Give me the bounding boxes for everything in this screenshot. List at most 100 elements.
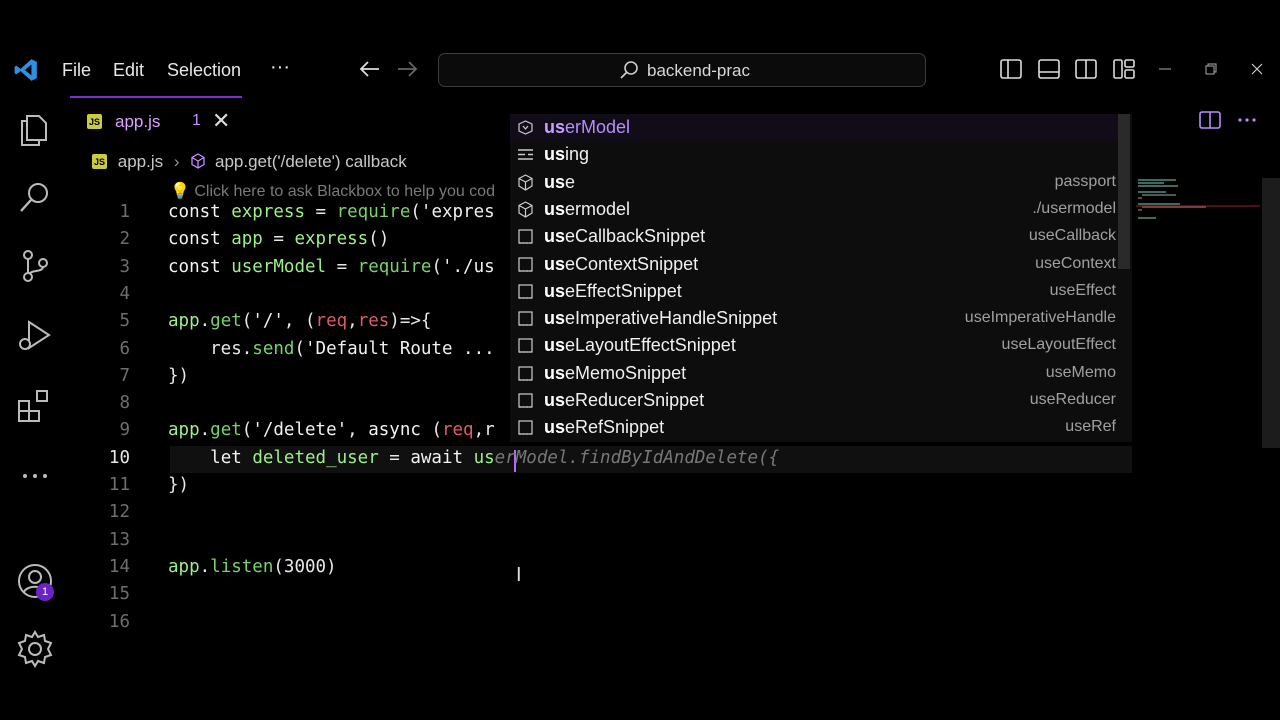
suggestion-item[interactable]: using <box>510 141 1118 168</box>
tab-label: app.js <box>115 112 161 131</box>
snippet-icon <box>518 284 533 299</box>
suggestion-item[interactable]: useReducerSnippet useReducer <box>510 387 1118 414</box>
suggestion-detail: useMemo <box>1045 363 1116 381</box>
suggestion-detail: passport <box>1054 172 1116 190</box>
more-actions-icon[interactable] <box>1237 118 1257 122</box>
blackbox-hint[interactable]: 💡 Click here to ask Blackbox to help you… <box>170 181 495 201</box>
command-center-search[interactable]: backend-prac <box>438 53 926 87</box>
line-number: 5 <box>119 311 130 332</box>
toggle-secondary-sidebar-icon[interactable] <box>1075 59 1097 79</box>
suggestion-label: useEffectSnippet <box>544 280 682 301</box>
line-code: const express = require('expres <box>168 202 495 222</box>
line-number: 6 <box>119 338 130 359</box>
line-code: app.get('/delete', async (req,r <box>168 420 495 441</box>
forward-arrow-icon[interactable] <box>396 60 418 78</box>
line-number: 2 <box>119 229 130 250</box>
close-window-icon[interactable] <box>1251 63 1263 75</box>
suggestion-detail: useRef <box>1065 418 1116 436</box>
suggestion-item[interactable]: useImperativeHandleSnippet useImperativeH… <box>510 305 1118 332</box>
breadcrumb-file[interactable]: app.js <box>118 152 163 171</box>
line-number: 7 <box>119 365 130 386</box>
minimize-icon[interactable] <box>1159 68 1171 70</box>
code-line[interactable]: 15 <box>70 584 1132 611</box>
suggestion-item[interactable]: useRefSnippet useRef <box>510 414 1118 441</box>
back-arrow-icon[interactable] <box>359 60 381 78</box>
line-number: 12 <box>108 502 130 523</box>
line-number: 10 <box>108 447 130 468</box>
code-line[interactable]: 10 let deleted_user = await userModel.fi… <box>70 448 1132 475</box>
suggestion-label: useImperativeHandleSnippet <box>544 308 778 329</box>
suggestion-scrollbar[interactable] <box>1118 114 1130 269</box>
line-code: let deleted_user = await userModel.findB… <box>210 447 780 468</box>
more-views-icon[interactable] <box>15 456 55 496</box>
accounts-badge: 1 <box>36 583 54 601</box>
code-line[interactable]: 13 <box>70 530 1132 557</box>
line-code: }) <box>168 475 190 495</box>
line-number: 8 <box>119 393 130 414</box>
source-control-icon[interactable] <box>15 246 55 286</box>
toggle-panel-icon[interactable] <box>1038 59 1060 79</box>
code-line[interactable]: 12 <box>70 502 1132 529</box>
menu-edit[interactable]: Edit <box>113 60 144 81</box>
extensions-icon[interactable] <box>15 386 55 426</box>
keyword-icon <box>518 149 533 161</box>
suggestion-item[interactable]: use passport <box>510 169 1118 196</box>
split-editor-icon[interactable] <box>1199 111 1221 129</box>
suggestion-label: using <box>544 144 590 165</box>
suggestion-label: useCallbackSnippet <box>544 226 706 247</box>
snippet-icon <box>518 338 533 353</box>
breadcrumb-symbol[interactable]: app.get('/delete') callback <box>215 152 407 171</box>
suggestion-detail: useReducer <box>1029 391 1116 408</box>
tab-app-js[interactable]: JS app.js 1 ✕ <box>70 96 242 146</box>
line-number: 16 <box>108 611 130 632</box>
suggestion-detail: useContext <box>1035 254 1116 272</box>
tab-close-icon[interactable]: ✕ <box>212 108 230 134</box>
vscode-logo-icon[interactable] <box>13 57 39 83</box>
breadcrumb-separator-icon: › <box>173 152 180 171</box>
editor-scrollbar[interactable] <box>1262 178 1280 448</box>
suggestion-item[interactable]: useLayoutEffectSnippet useLayoutEffect <box>510 332 1118 359</box>
menu-more[interactable]: ··· <box>270 56 290 79</box>
suggestion-item[interactable]: useEffectSnippet useEffect <box>510 278 1118 305</box>
suggestion-detail: useCallback <box>1028 227 1116 245</box>
snippet-icon <box>518 229 533 244</box>
autocomplete-suggestions[interactable]: userModel using use passport usermodel ./user… <box>510 114 1132 442</box>
suggestion-label: useMemoSnippet <box>544 362 687 383</box>
hint-text: Click here to ask Blackbox to help you c… <box>194 183 495 200</box>
module-icon <box>518 173 533 191</box>
mouse-ibeam-cursor-icon: I <box>516 564 522 586</box>
restore-icon[interactable] <box>1205 63 1217 75</box>
code-line[interactable]: 14 app.listen(3000) <box>70 557 1132 584</box>
customize-layout-icon[interactable] <box>1113 59 1135 79</box>
search-icon <box>620 61 638 79</box>
breadcrumb: JS app.js › app.get('/delete') callback <box>92 152 407 174</box>
suggestion-item[interactable]: useContextSnippet useContext <box>510 251 1118 278</box>
tab-problem-count: 1 <box>192 112 201 129</box>
snippet-icon <box>518 311 533 326</box>
code-line[interactable]: 16 <box>70 612 1132 639</box>
search-text: backend-prac <box>647 61 751 80</box>
lightbulb-icon: 💡 <box>170 183 190 200</box>
variable-icon <box>518 120 533 135</box>
activity-bar: 1 <box>0 96 70 720</box>
explorer-icon[interactable] <box>15 110 55 150</box>
line-number: 14 <box>108 556 130 577</box>
code-line[interactable]: 11}) <box>70 475 1132 502</box>
line-number: 13 <box>108 529 130 550</box>
menu-selection[interactable]: Selection <box>167 60 241 81</box>
suggestion-item[interactable]: useMemoSnippet useMemo <box>510 360 1118 387</box>
suggestion-item[interactable]: usermodel ./usermodel <box>510 196 1118 223</box>
run-debug-icon[interactable] <box>15 316 55 356</box>
line-number: 4 <box>119 283 130 304</box>
suggestion-item[interactable]: useCallbackSnippet useCallback <box>510 223 1118 250</box>
suggestion-label: use <box>544 171 576 192</box>
settings-gear-icon[interactable] <box>15 629 55 669</box>
toggle-primary-sidebar-icon[interactable] <box>1000 59 1022 79</box>
menu-file[interactable]: File <box>62 60 91 81</box>
minimap[interactable] <box>1136 178 1260 238</box>
line-code: const userModel = require('./us <box>168 256 495 277</box>
module-icon <box>518 201 533 218</box>
suggestion-item[interactable]: userModel <box>510 114 1118 141</box>
search-view-icon[interactable] <box>15 178 55 218</box>
line-code: res.send('Default Route ... <box>168 338 495 359</box>
